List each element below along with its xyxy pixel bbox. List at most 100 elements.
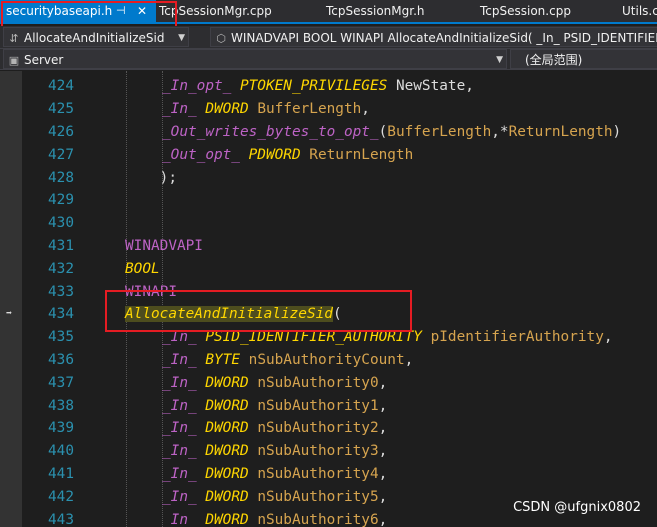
- project-dropdown[interactable]: ▣ Server ▼: [3, 49, 507, 69]
- code-line[interactable]: 433 WINAPI: [0, 281, 657, 304]
- code-text: _Out_writes_bytes_to_opt_(BufferLength,*…: [162, 121, 621, 144]
- line-number: 428: [48, 169, 74, 186]
- scope-dropdown-value: AllocateAndInitializeSid: [24, 31, 165, 45]
- code-token: _In_: [162, 466, 206, 482]
- code-line[interactable]: 435 _In_ PSID_IDENTIFIER_AUTHORITY pIdent…: [0, 326, 657, 349]
- code-token: DWORD: [205, 101, 258, 118]
- code-line[interactable]: 424 _In_opt_ PTOKEN_PRIVILEGES NewState,: [0, 75, 657, 98]
- code-token: nSubAuthority0: [257, 374, 379, 391]
- code-token: WINADVAPI: [125, 238, 203, 254]
- code-token: ,: [378, 374, 388, 391]
- code-line[interactable]: 428 );: [0, 167, 657, 190]
- line-number: 443: [48, 511, 74, 527]
- scope-dropdown[interactable]: ⇵ AllocateAndInitializeSid ▼: [3, 27, 189, 47]
- line-number: 442: [48, 488, 74, 505]
- code-token: PDWORD: [248, 146, 310, 163]
- code-token: _In_: [162, 397, 206, 414]
- tab-label: securitybaseapi.h: [6, 4, 113, 18]
- code-line[interactable]: 439 _In_ DWORD nSubAuthority2,: [0, 417, 657, 440]
- code-line[interactable]: 431 WINADVAPI: [0, 235, 657, 258]
- code-text: _Out_opt_ PDWORD ReturnLength: [162, 144, 413, 167]
- chevron-down-icon: ▼: [496, 55, 503, 65]
- line-number: 441: [48, 466, 74, 482]
- code-token: _In_opt_: [162, 78, 240, 95]
- code-token: _In_: [162, 352, 206, 368]
- code-token: DWORD: [205, 443, 258, 460]
- code-token: DWORD: [205, 488, 258, 505]
- code-token: BufferLength: [257, 101, 362, 118]
- tab-tcpsessionmgr-cpp[interactable]: TcpSessionMgr.cpp: [159, 0, 272, 22]
- code-text: _In_opt_ PTOKEN_PRIVILEGES NewState,: [162, 75, 474, 98]
- code-token: _In_: [162, 101, 206, 118]
- code-line[interactable]: 437 _In_ DWORD nSubAuthority0,: [0, 372, 657, 395]
- code-text: _In_ BYTE nSubAuthorityCount,: [162, 349, 413, 372]
- code-line[interactable]: 440 _In_ DWORD nSubAuthority3,: [0, 440, 657, 463]
- code-editor[interactable]: 424 _In_opt_ PTOKEN_PRIVILEGES NewState, 4…: [0, 71, 657, 527]
- code-token: ,: [378, 488, 388, 505]
- tab-label: TcpSessionMgr.h: [326, 4, 425, 18]
- code-line[interactable]: 430: [0, 212, 657, 235]
- line-number: 426: [48, 124, 74, 140]
- code-token: nSubAuthorityCount: [248, 352, 405, 368]
- code-token: nSubAuthority4: [257, 466, 379, 482]
- code-token: (: [378, 124, 388, 140]
- line-number: 427: [48, 146, 74, 163]
- code-token: ,: [378, 466, 388, 482]
- member-dropdown[interactable]: ⬡ WINADVAPI BOOL WINAPI AllocateAndInitia…: [210, 27, 657, 47]
- line-number: 435: [48, 329, 74, 346]
- code-token: ,: [378, 397, 388, 414]
- navigation-bar: ⇵ AllocateAndInitializeSid ▼ ⬡ WINADVAPI B…: [0, 26, 657, 49]
- code-token: ,: [378, 420, 388, 437]
- code-line[interactable]: 427 _Out_opt_ PDWORD ReturnLength: [0, 144, 657, 167]
- code-line[interactable]: 434 AllocateAndInitializeSid( ➡: [0, 303, 657, 326]
- tab-tcpsessionmgr-h[interactable]: TcpSessionMgr.h: [326, 0, 425, 22]
- pin-icon[interactable]: ⊣: [116, 0, 126, 22]
- code-token: PSID_IDENTIFIER_AUTHORITY: [205, 329, 431, 346]
- code-token: ,: [603, 329, 613, 346]
- current-line-arrow-icon: ➡: [6, 308, 13, 320]
- scope-icon: ⇵: [9, 32, 19, 45]
- line-number: 432: [48, 260, 74, 277]
- code-token: BufferLength: [387, 124, 492, 140]
- tab-strip: securitybaseapi.h ⊣ ✕ TcpSessionMgr.cpp …: [0, 0, 657, 24]
- tab-securitybaseapi-h[interactable]: securitybaseapi.h ⊣ ✕: [0, 0, 156, 22]
- code-token: pIdentifierAuthority: [430, 329, 604, 346]
- global-scope-dropdown[interactable]: (全局范围): [510, 49, 657, 69]
- tab-tcpsession-cpp[interactable]: TcpSession.cpp: [480, 0, 571, 22]
- line-number: 429: [48, 192, 74, 209]
- tab-label: Utils.c: [622, 4, 657, 18]
- code-line[interactable]: 438 _In_ DWORD nSubAuthority1,: [0, 395, 657, 418]
- code-line[interactable]: 425 _In_ DWORD BufferLength,: [0, 98, 657, 121]
- code-line[interactable]: 436 _In_ BYTE nSubAuthorityCount,: [0, 349, 657, 372]
- code-line[interactable]: 429: [0, 189, 657, 212]
- code-token: PTOKEN_PRIVILEGES: [239, 78, 396, 95]
- code-token: _Out_opt_: [162, 146, 249, 163]
- line-number: 425: [48, 101, 74, 118]
- code-token: ,*: [491, 124, 509, 140]
- project-icon: ▣: [8, 54, 20, 67]
- code-token: _In_: [162, 488, 206, 505]
- line-number: 434: [48, 306, 74, 323]
- code-text: WINAPI: [125, 281, 177, 304]
- project-dropdown-value: Server: [24, 53, 64, 67]
- close-icon[interactable]: ✕: [137, 0, 147, 22]
- code-text: AllocateAndInitializeSid(: [125, 303, 342, 326]
- code-line[interactable]: 432 BOOL: [0, 258, 657, 281]
- code-line[interactable]: 426 _Out_writes_bytes_to_opt_(BufferLengt…: [0, 121, 657, 144]
- code-token: nSubAuthority5: [257, 488, 379, 505]
- code-token: ReturnLength: [309, 146, 414, 163]
- code-text: _In_ DWORD nSubAuthority4,: [162, 463, 387, 486]
- global-scope-value: (全局范围): [525, 53, 583, 67]
- watermark: CSDN @ufgnix0802: [513, 500, 641, 515]
- code-line[interactable]: 441 _In_ DWORD nSubAuthority4,: [0, 463, 657, 486]
- code-token: _In_: [162, 443, 206, 460]
- code-text: _In_ DWORD nSubAuthority1,: [162, 395, 387, 418]
- tab-utils[interactable]: Utils.c: [622, 0, 657, 22]
- code-text: );: [125, 167, 177, 190]
- code-token: ,: [404, 352, 414, 368]
- code-token: _In_: [162, 374, 206, 391]
- tab-label: TcpSessionMgr.cpp: [159, 4, 272, 18]
- code-token: BOOL: [125, 260, 160, 277]
- chevron-down-icon: ▼: [178, 33, 185, 43]
- code-text: _In_ DWORD BufferLength,: [162, 98, 370, 121]
